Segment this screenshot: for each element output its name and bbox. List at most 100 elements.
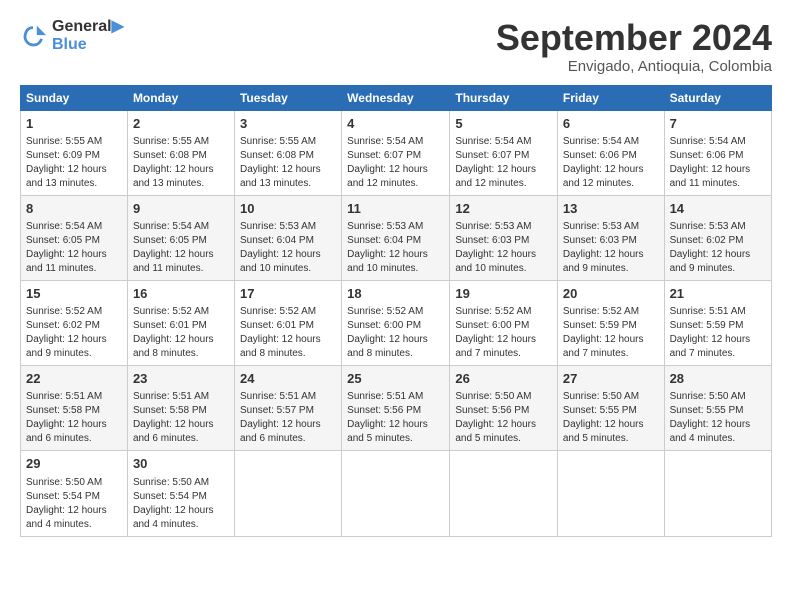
table-row: [664, 451, 771, 536]
sunrise-text: Sunrise: 5:52 AM: [26, 306, 102, 317]
daylight-label: Daylight: 12 hours and 8 minutes.: [133, 334, 214, 359]
sunrise-text: Sunrise: 5:51 AM: [240, 391, 316, 402]
day-number: 29: [26, 455, 122, 473]
daylight-label: Daylight: 12 hours and 10 minutes.: [240, 249, 321, 274]
sunset-text: Sunset: 6:06 PM: [563, 150, 637, 161]
col-saturday: Saturday: [664, 85, 771, 110]
table-row: 28 Sunrise: 5:50 AM Sunset: 5:55 PM Dayl…: [664, 366, 771, 451]
daylight-label: Daylight: 12 hours and 9 minutes.: [26, 334, 107, 359]
sunrise-text: Sunrise: 5:53 AM: [455, 221, 531, 232]
calendar-week-row: 1 Sunrise: 5:55 AM Sunset: 6:09 PM Dayli…: [21, 110, 772, 195]
table-row: 20 Sunrise: 5:52 AM Sunset: 5:59 PM Dayl…: [557, 280, 664, 365]
daylight-label: Daylight: 12 hours and 11 minutes.: [26, 249, 107, 274]
daylight-label: Daylight: 12 hours and 12 minutes.: [455, 164, 536, 189]
sunrise-text: Sunrise: 5:50 AM: [670, 391, 746, 402]
sunset-text: Sunset: 6:01 PM: [240, 320, 314, 331]
col-sunday: Sunday: [21, 85, 128, 110]
sunset-text: Sunset: 6:02 PM: [26, 320, 100, 331]
table-row: 13 Sunrise: 5:53 AM Sunset: 6:03 PM Dayl…: [557, 195, 664, 280]
sunrise-text: Sunrise: 5:53 AM: [347, 221, 423, 232]
day-number: 30: [133, 455, 229, 473]
sunset-text: Sunset: 5:55 PM: [670, 405, 744, 416]
sunrise-text: Sunrise: 5:50 AM: [563, 391, 639, 402]
sunset-text: Sunset: 6:05 PM: [133, 235, 207, 246]
daylight-label: Daylight: 12 hours and 8 minutes.: [240, 334, 321, 359]
logo: General▶ Blue: [20, 18, 124, 53]
daylight-label: Daylight: 12 hours and 7 minutes.: [455, 334, 536, 359]
day-number: 22: [26, 370, 122, 388]
table-row: [234, 451, 341, 536]
sunset-text: Sunset: 6:01 PM: [133, 320, 207, 331]
table-row: 2 Sunrise: 5:55 AM Sunset: 6:08 PM Dayli…: [127, 110, 234, 195]
table-row: 21 Sunrise: 5:51 AM Sunset: 5:59 PM Dayl…: [664, 280, 771, 365]
table-row: 3 Sunrise: 5:55 AM Sunset: 6:08 PM Dayli…: [234, 110, 341, 195]
daylight-label: Daylight: 12 hours and 6 minutes.: [133, 419, 214, 444]
sunset-text: Sunset: 5:57 PM: [240, 405, 314, 416]
table-row: 23 Sunrise: 5:51 AM Sunset: 5:58 PM Dayl…: [127, 366, 234, 451]
daylight-label: Daylight: 12 hours and 12 minutes.: [347, 164, 428, 189]
title-area: September 2024 Envigado, Antioquia, Colo…: [496, 18, 772, 75]
sunset-text: Sunset: 6:08 PM: [240, 150, 314, 161]
table-row: 11 Sunrise: 5:53 AM Sunset: 6:04 PM Dayl…: [342, 195, 450, 280]
sunset-text: Sunset: 5:59 PM: [670, 320, 744, 331]
calendar-header-row: Sunday Monday Tuesday Wednesday Thursday…: [21, 85, 772, 110]
daylight-label: Daylight: 12 hours and 7 minutes.: [670, 334, 751, 359]
sunset-text: Sunset: 6:00 PM: [455, 320, 529, 331]
day-number: 7: [670, 115, 766, 133]
sunrise-text: Sunrise: 5:55 AM: [26, 136, 102, 147]
daylight-label: Daylight: 12 hours and 8 minutes.: [347, 334, 428, 359]
day-number: 4: [347, 115, 444, 133]
daylight-label: Daylight: 12 hours and 13 minutes.: [26, 164, 107, 189]
table-row: 16 Sunrise: 5:52 AM Sunset: 6:01 PM Dayl…: [127, 280, 234, 365]
day-number: 26: [455, 370, 552, 388]
day-number: 9: [133, 200, 229, 218]
col-monday: Monday: [127, 85, 234, 110]
day-number: 3: [240, 115, 336, 133]
sunset-text: Sunset: 6:09 PM: [26, 150, 100, 161]
day-number: 1: [26, 115, 122, 133]
sunrise-text: Sunrise: 5:55 AM: [240, 136, 316, 147]
sunrise-text: Sunrise: 5:50 AM: [26, 477, 102, 488]
daylight-label: Daylight: 12 hours and 5 minutes.: [347, 419, 428, 444]
day-number: 24: [240, 370, 336, 388]
sunrise-text: Sunrise: 5:54 AM: [670, 136, 746, 147]
col-tuesday: Tuesday: [234, 85, 341, 110]
calendar-week-row: 29 Sunrise: 5:50 AM Sunset: 5:54 PM Dayl…: [21, 451, 772, 536]
day-number: 11: [347, 200, 444, 218]
table-row: 15 Sunrise: 5:52 AM Sunset: 6:02 PM Dayl…: [21, 280, 128, 365]
sunset-text: Sunset: 5:55 PM: [563, 405, 637, 416]
day-number: 17: [240, 285, 336, 303]
table-row: 5 Sunrise: 5:54 AM Sunset: 6:07 PM Dayli…: [450, 110, 558, 195]
sunrise-text: Sunrise: 5:52 AM: [240, 306, 316, 317]
sunrise-text: Sunrise: 5:50 AM: [455, 391, 531, 402]
daylight-label: Daylight: 12 hours and 11 minutes.: [133, 249, 214, 274]
sunset-text: Sunset: 6:04 PM: [240, 235, 314, 246]
location-subtitle: Envigado, Antioquia, Colombia: [496, 58, 772, 75]
table-row: 30 Sunrise: 5:50 AM Sunset: 5:54 PM Dayl…: [127, 451, 234, 536]
day-number: 20: [563, 285, 659, 303]
day-number: 10: [240, 200, 336, 218]
sunrise-text: Sunrise: 5:50 AM: [133, 477, 209, 488]
sunset-text: Sunset: 5:54 PM: [133, 491, 207, 502]
logo-text: General▶ Blue: [52, 18, 124, 53]
sunrise-text: Sunrise: 5:51 AM: [26, 391, 102, 402]
table-row: 6 Sunrise: 5:54 AM Sunset: 6:06 PM Dayli…: [557, 110, 664, 195]
daylight-label: Daylight: 12 hours and 7 minutes.: [563, 334, 644, 359]
daylight-label: Daylight: 12 hours and 12 minutes.: [563, 164, 644, 189]
sunset-text: Sunset: 6:05 PM: [26, 235, 100, 246]
day-number: 28: [670, 370, 766, 388]
daylight-label: Daylight: 12 hours and 11 minutes.: [670, 164, 751, 189]
sunset-text: Sunset: 5:59 PM: [563, 320, 637, 331]
table-row: 7 Sunrise: 5:54 AM Sunset: 6:06 PM Dayli…: [664, 110, 771, 195]
table-row: [557, 451, 664, 536]
sunset-text: Sunset: 5:58 PM: [26, 405, 100, 416]
day-number: 12: [455, 200, 552, 218]
table-row: [450, 451, 558, 536]
sunrise-text: Sunrise: 5:55 AM: [133, 136, 209, 147]
day-number: 6: [563, 115, 659, 133]
day-number: 27: [563, 370, 659, 388]
logo-icon: [20, 22, 48, 50]
sunrise-text: Sunrise: 5:53 AM: [240, 221, 316, 232]
daylight-label: Daylight: 12 hours and 9 minutes.: [670, 249, 751, 274]
day-number: 21: [670, 285, 766, 303]
